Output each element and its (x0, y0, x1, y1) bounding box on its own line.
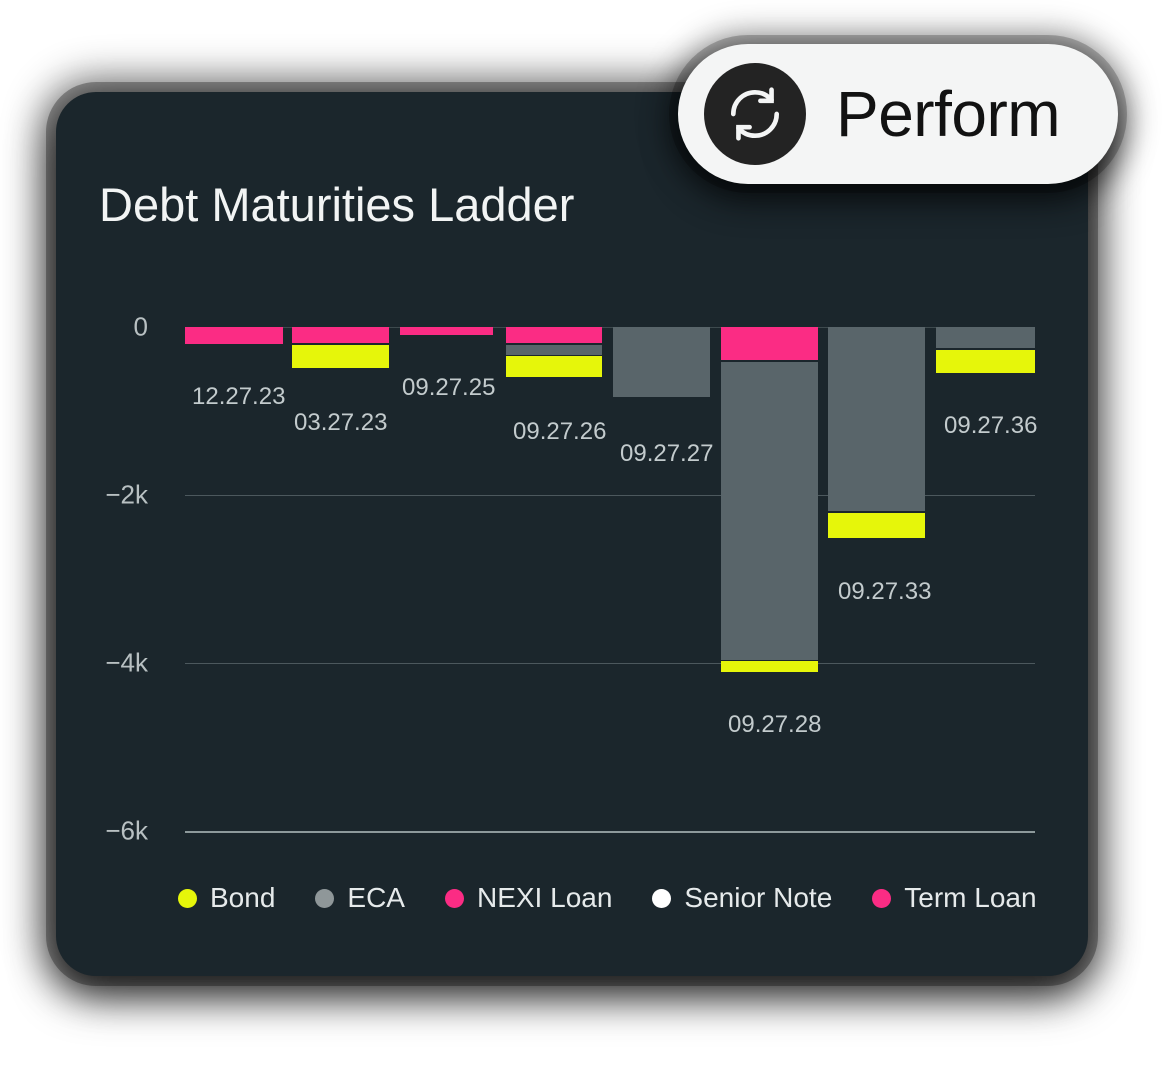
legend-label: Term Loan (904, 882, 1037, 913)
legend-label: Senior Note (684, 882, 833, 913)
legend-item[interactable]: Term Loan (872, 882, 1037, 914)
legend-item[interactable]: NEXI Loan (444, 882, 613, 914)
legend-color-dot (315, 888, 335, 908)
legend-item[interactable]: Bond (178, 882, 275, 914)
refresh-sync-icon (704, 63, 806, 165)
legend-color-dot (652, 888, 672, 908)
screenshot-root: Perform Debt Maturities Ladder 0 −2k −4k −6… (0, 0, 1168, 1065)
page-title: Debt Maturities Ladder (99, 178, 575, 231)
perform-badge-label: Perform (836, 78, 1061, 150)
chart-legend: Bond ECA NEXI Loan Senior Note Term Loan (178, 882, 1037, 914)
perform-badge[interactable]: Perform (678, 44, 1118, 184)
legend-color-dot (178, 888, 197, 908)
legend-item[interactable]: Senior Note (652, 882, 832, 914)
legend-color-dot (872, 888, 892, 908)
legend-color-dot (444, 888, 464, 908)
legend-item[interactable]: ECA (315, 882, 405, 914)
legend-label: NEXI Loan (476, 882, 613, 913)
legend-label: ECA (347, 882, 405, 913)
legend-label: Bond (210, 882, 276, 913)
